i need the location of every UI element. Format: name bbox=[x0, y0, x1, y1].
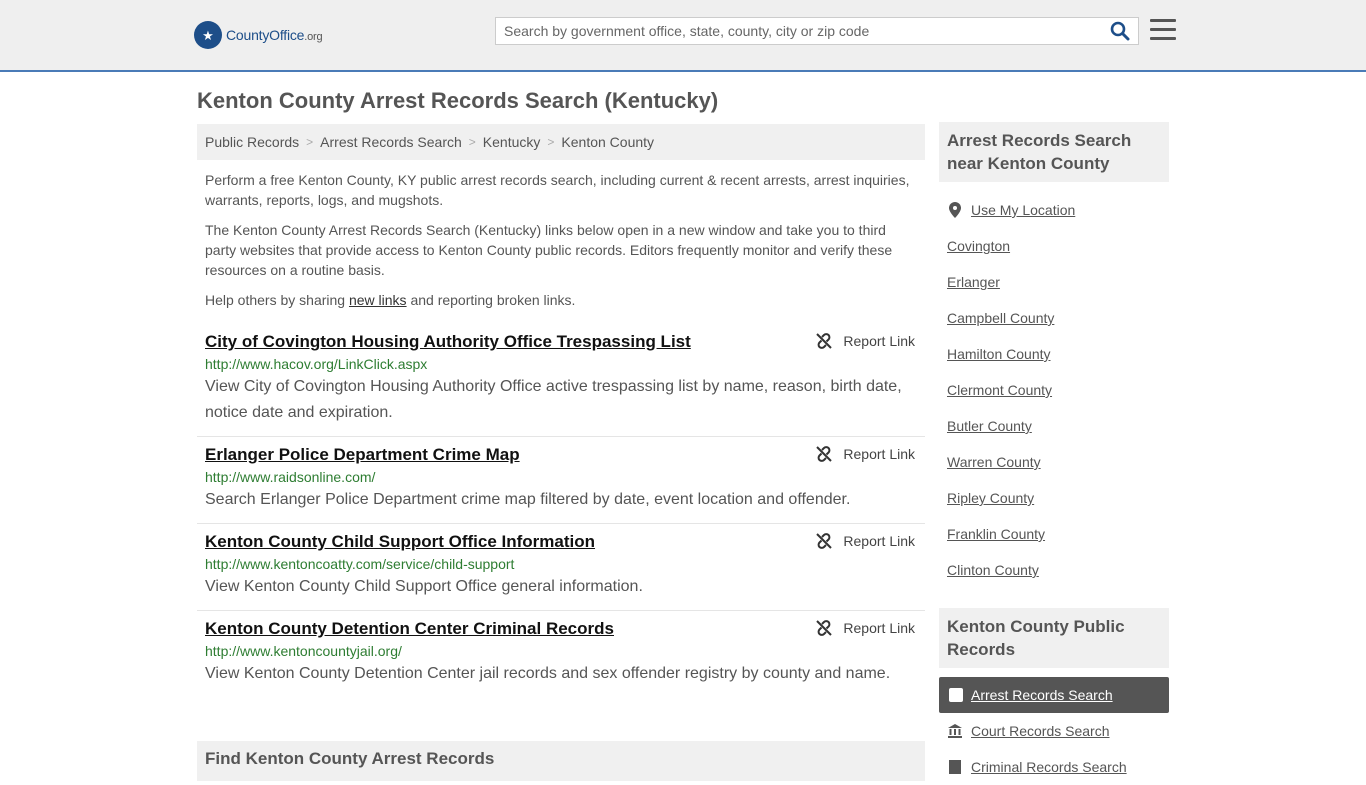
resource-link-description: Search Erlanger Police Department crime … bbox=[205, 491, 851, 508]
sidebar-item-clinton-county[interactable]: Clinton County bbox=[947, 552, 1169, 588]
breadcrumb-separator: > bbox=[468, 135, 476, 149]
breadcrumb-public-records[interactable]: Public Records bbox=[205, 134, 299, 150]
logo-main-text: CountyOffice bbox=[226, 27, 305, 43]
report-link-button[interactable]: Report Link bbox=[815, 332, 915, 350]
resource-link-title[interactable]: Erlanger Police Department Crime Map bbox=[205, 445, 520, 465]
sidebar-item-ripley-county[interactable]: Ripley County bbox=[947, 480, 1169, 516]
breadcrumb-separator: > bbox=[547, 135, 555, 149]
resource-link-title[interactable]: City of Covington Housing Authority Offi… bbox=[205, 332, 691, 352]
nearby-searches-list: Use My Location Covington Erlanger Campb… bbox=[947, 192, 1169, 588]
search-input[interactable] bbox=[496, 18, 1096, 44]
resource-link-url[interactable]: http://www.hacov.org/LinkClick.aspx bbox=[205, 356, 917, 372]
sidebar-item-court-records-search[interactable]: Court Records Search bbox=[947, 713, 1169, 749]
resource-link-url[interactable]: http://www.kentoncoatty.com/service/chil… bbox=[205, 556, 917, 572]
map-pin-icon bbox=[947, 202, 963, 218]
courthouse-icon bbox=[947, 724, 963, 738]
sidebar-item-arrest-records-search[interactable]: Arrest Records Search bbox=[939, 677, 1169, 713]
resource-link-description: View Kenton County Child Support Office … bbox=[205, 578, 643, 595]
resource-links-list: City of Covington Housing Authority Offi… bbox=[197, 324, 925, 697]
breadcrumb-separator: > bbox=[306, 135, 314, 149]
help-paragraph: Help others by sharing new links and rep… bbox=[205, 292, 576, 308]
public-records-list: Court Records Search Criminal Records Se… bbox=[947, 713, 1169, 785]
sidebar-item-warren-county[interactable]: Warren County bbox=[947, 444, 1169, 480]
resource-link-url[interactable]: http://www.kentoncountyjail.org/ bbox=[205, 643, 917, 659]
nearby-searches-heading: Arrest Records Search near Kenton County bbox=[939, 122, 1169, 182]
find-records-section: Find Kenton County Arrest Records bbox=[197, 741, 925, 781]
list-item: Kenton County Detention Center Criminal … bbox=[197, 611, 925, 697]
site-header: ★ CountyOffice.org bbox=[0, 0, 1366, 72]
resource-link-description: View Kenton County Detention Center jail… bbox=[205, 665, 891, 682]
broken-link-icon bbox=[816, 533, 833, 549]
list-item: Erlanger Police Department Crime Map Rep… bbox=[197, 437, 925, 524]
broken-link-icon bbox=[816, 446, 833, 462]
new-links-link[interactable]: new links bbox=[349, 292, 407, 308]
resource-link-description: View City of Covington Housing Authority… bbox=[205, 378, 902, 421]
disclaimer-paragraph: The Kenton County Arrest Records Search … bbox=[205, 222, 893, 278]
broken-link-icon bbox=[816, 620, 833, 636]
search-box bbox=[495, 17, 1139, 45]
logo-tld-text: .org bbox=[304, 31, 323, 43]
find-records-heading: Find Kenton County Arrest Records bbox=[205, 749, 495, 768]
search-icon[interactable] bbox=[1110, 21, 1132, 43]
checkbox-square-icon bbox=[949, 688, 963, 702]
sidebar-item-criminal-records-search[interactable]: Criminal Records Search bbox=[947, 749, 1169, 785]
intro-paragraph: Perform a free Kenton County, KY public … bbox=[205, 172, 910, 208]
public-records-heading: Kenton County Public Records bbox=[939, 608, 1169, 668]
site-logo[interactable]: ★ CountyOffice.org bbox=[194, 20, 323, 50]
use-my-location-link[interactable]: Use My Location bbox=[947, 192, 1169, 228]
report-link-button[interactable]: Report Link bbox=[815, 532, 915, 550]
hamburger-menu-icon[interactable] bbox=[1150, 19, 1176, 43]
list-item: City of Covington Housing Authority Offi… bbox=[197, 324, 925, 437]
sidebar-item-campbell-county[interactable]: Campbell County bbox=[947, 300, 1169, 336]
breadcrumb: Public Records > Arrest Records Search >… bbox=[197, 124, 925, 160]
report-link-button[interactable]: Report Link bbox=[815, 445, 915, 463]
breadcrumb-kentucky[interactable]: Kentucky bbox=[483, 134, 541, 150]
resource-link-title[interactable]: Kenton County Detention Center Criminal … bbox=[205, 619, 614, 639]
resource-link-title[interactable]: Kenton County Child Support Office Infor… bbox=[205, 532, 595, 552]
sidebar-item-covington[interactable]: Covington bbox=[947, 228, 1169, 264]
sidebar-item-butler-county[interactable]: Butler County bbox=[947, 408, 1169, 444]
sidebar-item-erlanger[interactable]: Erlanger bbox=[947, 264, 1169, 300]
breadcrumb-kenton-county[interactable]: Kenton County bbox=[561, 134, 654, 150]
sidebar-item-franklin-county[interactable]: Franklin County bbox=[947, 516, 1169, 552]
eagle-seal-icon: ★ bbox=[194, 21, 222, 49]
broken-link-icon bbox=[816, 333, 833, 349]
resource-link-url[interactable]: http://www.raidsonline.com/ bbox=[205, 469, 917, 485]
report-link-button[interactable]: Report Link bbox=[815, 619, 915, 637]
page-title: Kenton County Arrest Records Search (Ken… bbox=[197, 88, 719, 113]
breadcrumb-arrest-records-search[interactable]: Arrest Records Search bbox=[320, 134, 462, 150]
sidebar-item-clermont-county[interactable]: Clermont County bbox=[947, 372, 1169, 408]
sidebar-item-hamilton-county[interactable]: Hamilton County bbox=[947, 336, 1169, 372]
document-icon bbox=[947, 760, 963, 774]
list-item: Kenton County Child Support Office Infor… bbox=[197, 524, 925, 611]
